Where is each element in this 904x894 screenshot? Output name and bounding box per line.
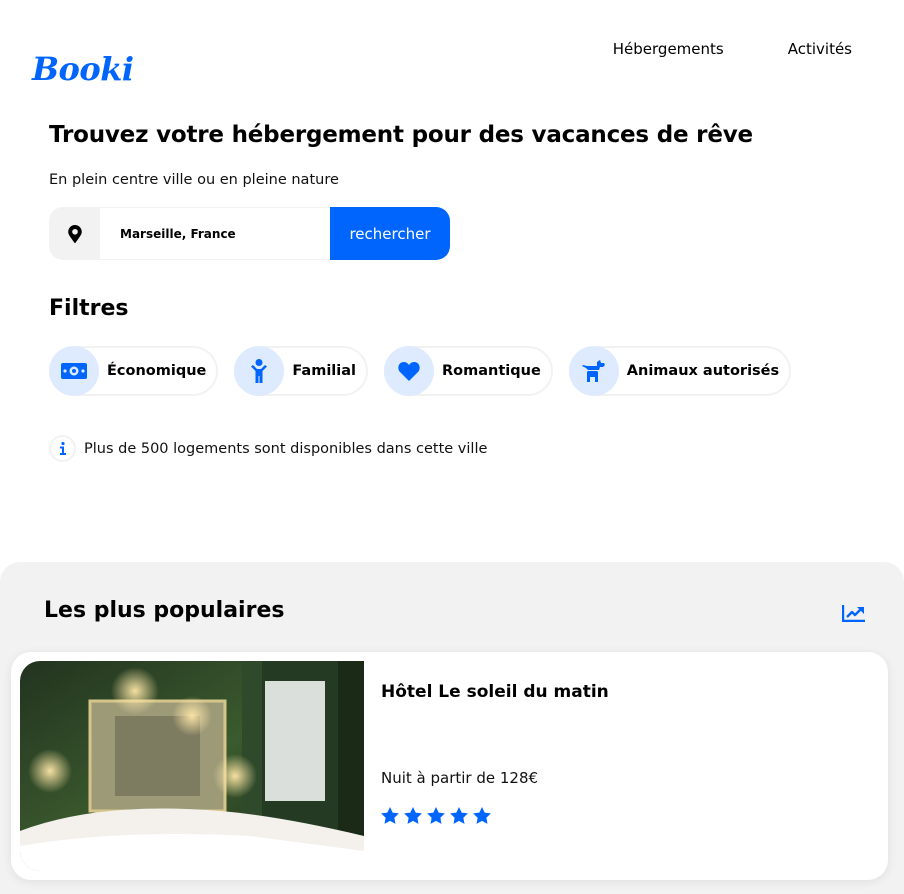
filter-label: Économique <box>107 363 207 379</box>
info-icon <box>49 435 76 462</box>
nav-hebergements[interactable]: Hébergements <box>613 40 724 58</box>
site-header: Booki Hébergements Activités <box>0 0 904 100</box>
hotel-title[interactable]: Hôtel Le soleil du matin <box>381 682 609 702</box>
filter-label: Animaux autorisés <box>626 363 780 379</box>
child-icon <box>234 346 285 396</box>
popular-section: Les plus populaires Hôtel Le soleil du m… <box>0 562 904 894</box>
filter-familial[interactable]: Familial <box>234 346 368 396</box>
map-pin-icon <box>49 207 100 260</box>
hotel-image[interactable] <box>20 661 364 871</box>
page-title: Trouvez votre hébergement pour des vacan… <box>49 122 753 148</box>
star-icon <box>427 807 445 824</box>
money-bill-icon <box>49 346 99 396</box>
star-icon <box>473 807 491 824</box>
page-subtitle: En plein centre ville ou en pleine natur… <box>49 172 339 188</box>
hotel-card[interactable]: Hôtel Le soleil du matin Nuit à partir d… <box>11 652 888 880</box>
availability-info: Plus de 500 logements sont disponibles d… <box>49 435 487 462</box>
filter-animaux[interactable]: Animaux autorisés <box>568 346 792 396</box>
search-button[interactable]: rechercher <box>330 207 450 260</box>
nav-activites[interactable]: Activités <box>788 40 852 58</box>
search-input[interactable] <box>100 207 330 260</box>
trending-up-icon <box>841 604 866 626</box>
star-icon <box>404 807 422 824</box>
main-nav: Hébergements Activités <box>613 40 852 58</box>
heart-icon <box>384 346 434 396</box>
booki-logo[interactable]: Booki <box>32 50 134 88</box>
popular-title: Les plus populaires <box>44 598 285 623</box>
filters-list: Économique Familial Romantique Animaux a… <box>49 346 807 396</box>
star-icon <box>450 807 468 824</box>
hotel-price: Nuit à partir de 128€ <box>381 769 539 787</box>
rating-stars <box>381 807 491 824</box>
search-bar: rechercher <box>49 207 450 260</box>
filters-title: Filtres <box>49 296 129 321</box>
filter-romantique[interactable]: Romantique <box>384 346 553 396</box>
star-icon <box>381 807 399 824</box>
info-text: Plus de 500 logements sont disponibles d… <box>84 440 488 457</box>
dog-icon <box>568 346 619 396</box>
filter-label: Romantique <box>442 363 541 379</box>
filter-label: Familial <box>292 363 356 379</box>
filter-economique[interactable]: Économique <box>49 346 219 396</box>
